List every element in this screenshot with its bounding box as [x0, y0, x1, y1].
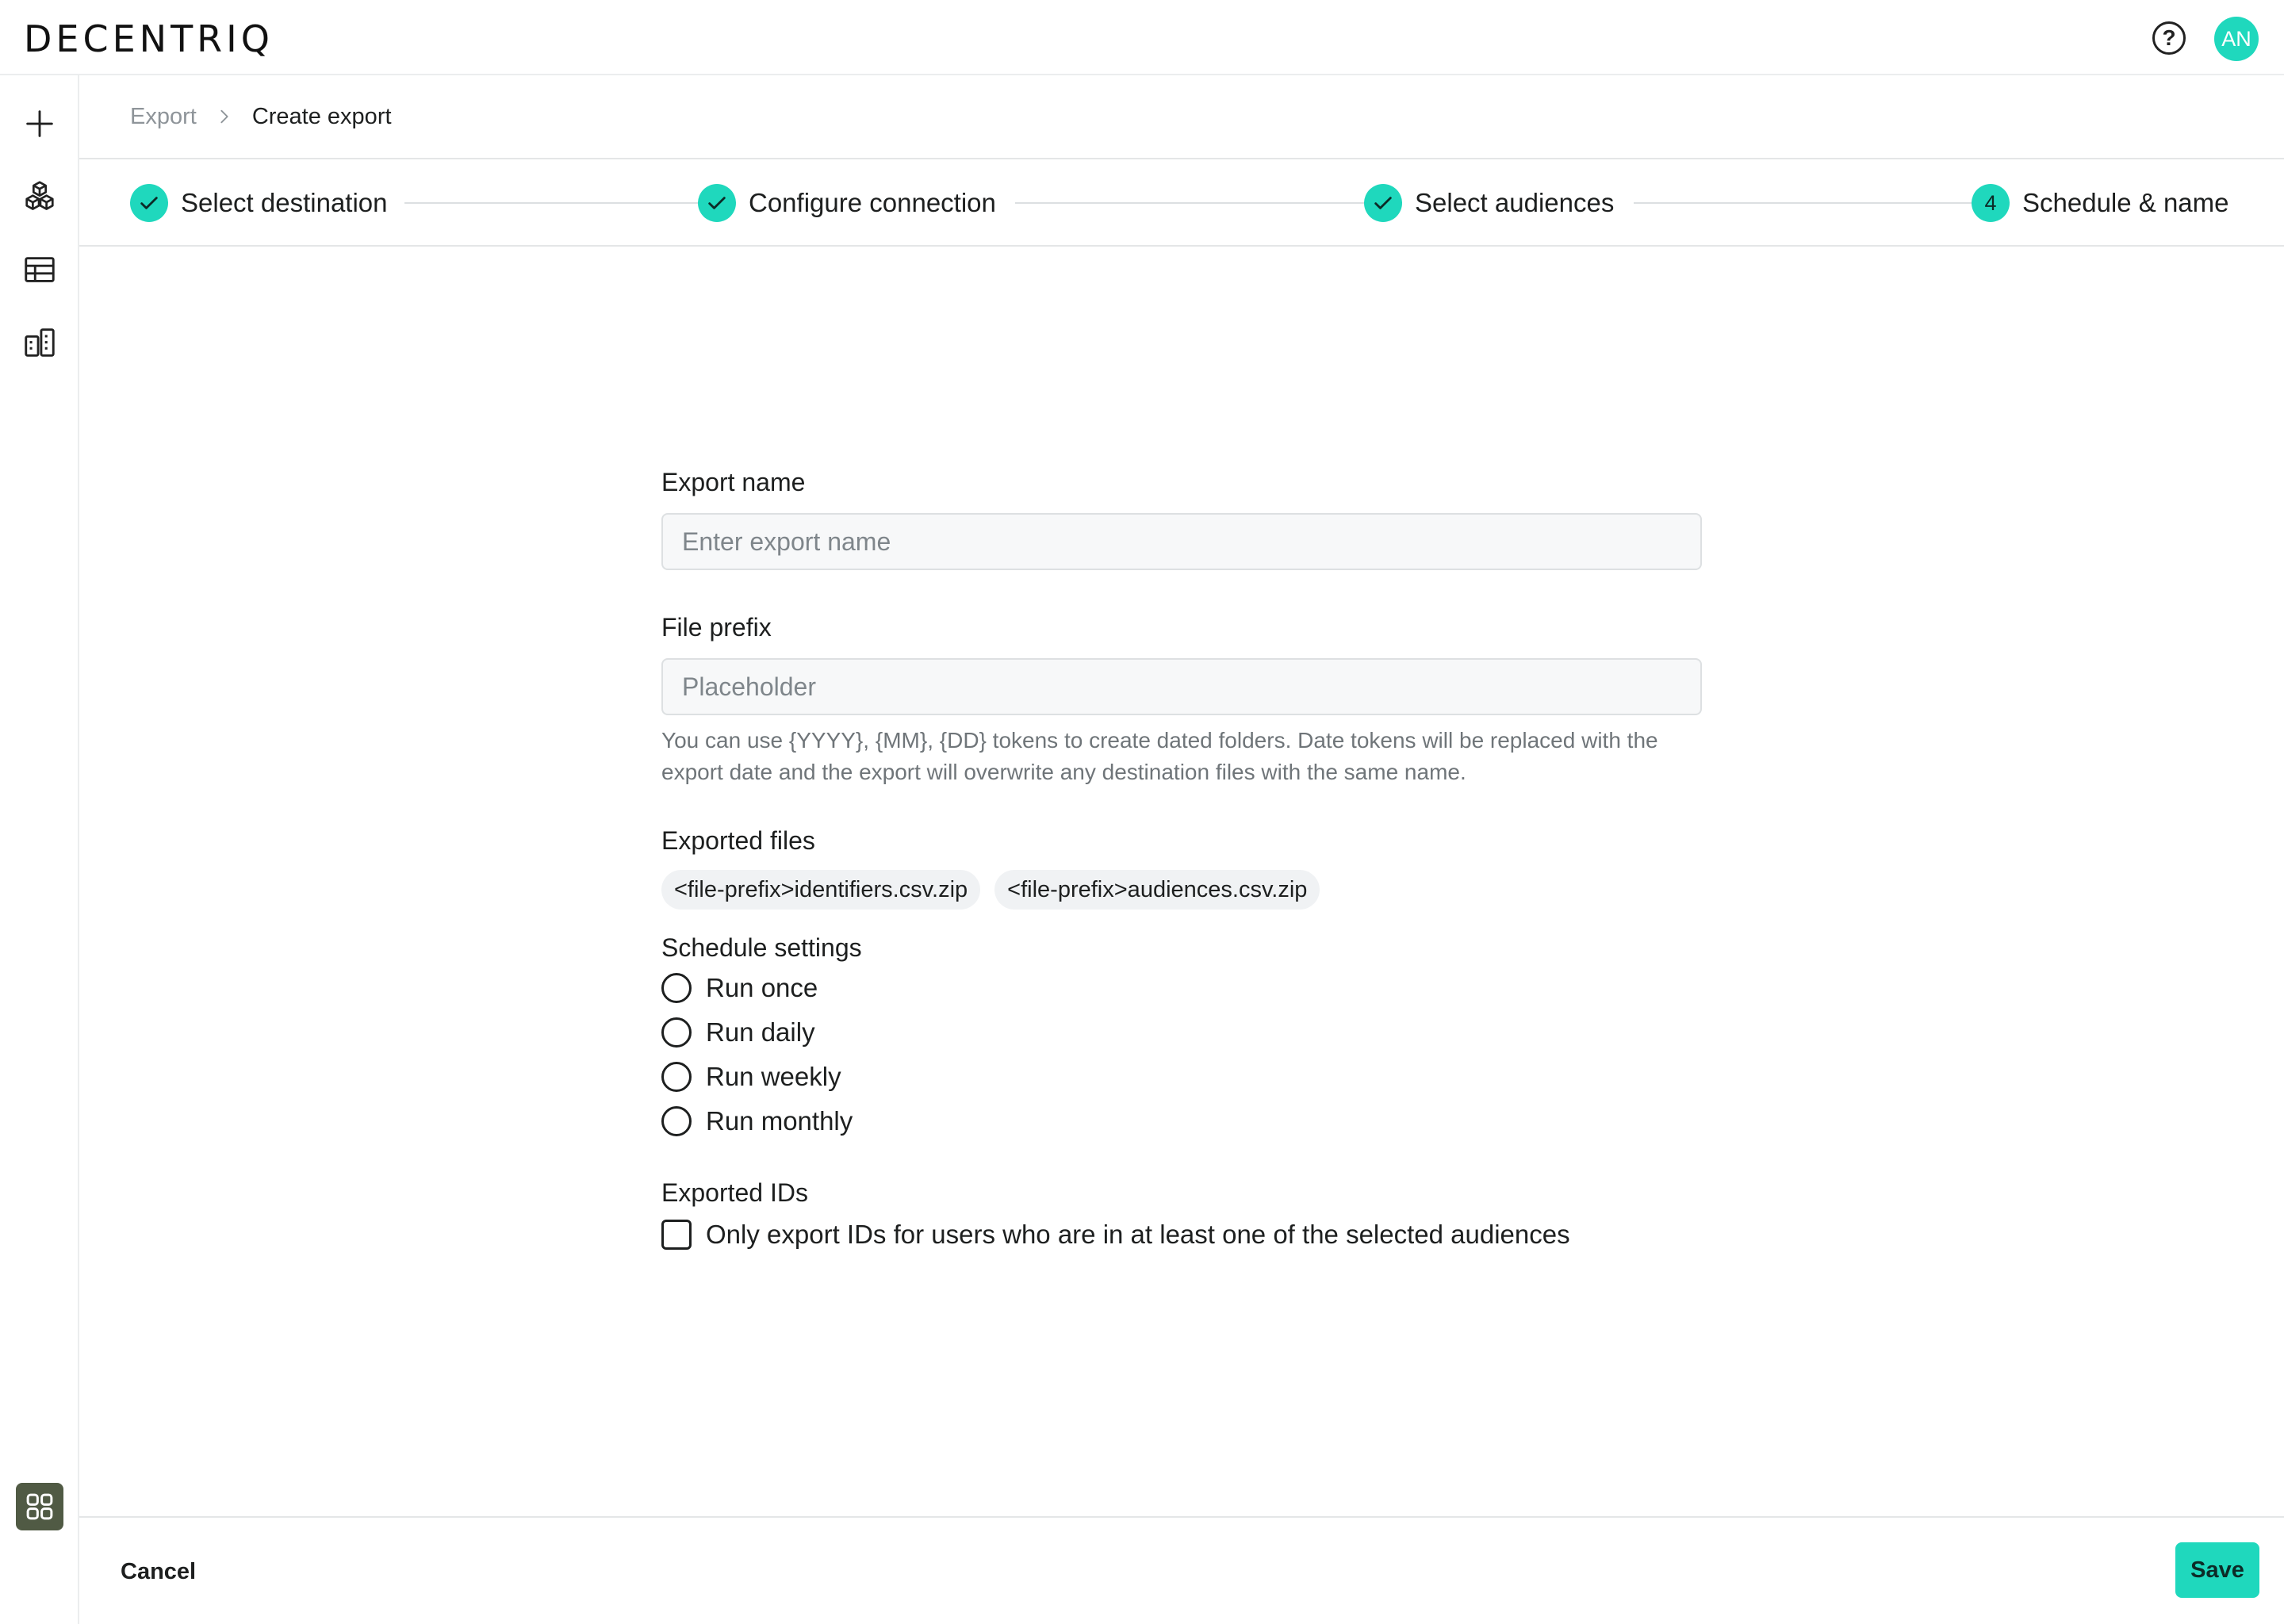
radio-button[interactable] — [661, 1062, 692, 1092]
radio-button[interactable] — [661, 973, 692, 1003]
step-select-destination[interactable]: Select destination — [130, 183, 396, 223]
stepper: Select destination Configure connection … — [79, 159, 2284, 247]
step-schedule-and-name[interactable]: 4 Schedule & name — [1972, 183, 2237, 223]
file-prefix-hint: You can use {YYYY}, {MM}, {DD} tokens to… — [661, 728, 1658, 784]
question-circle-icon[interactable]: ? — [2152, 21, 2186, 55]
step-number: 4 — [1972, 184, 2010, 222]
check-icon — [1364, 184, 1402, 222]
schedule-settings-label: Schedule settings — [661, 933, 862, 962]
logo: DECENTRIQ — [24, 17, 274, 60]
file-prefix-label: File prefix — [661, 613, 772, 642]
footer-bar: Cancel Save — [79, 1516, 2284, 1624]
step-select-audiences[interactable]: Select audiences — [1364, 183, 1623, 223]
cancel-button[interactable]: Cancel — [121, 1549, 196, 1594]
buildings-icon — [25, 328, 55, 357]
export-name-input[interactable] — [661, 513, 1702, 570]
cubes-icon — [25, 181, 54, 210]
radio-run-weekly[interactable]: Run weekly — [661, 1055, 1702, 1099]
breadcrumb: Export Create export — [79, 75, 2284, 159]
table-icon — [25, 257, 55, 282]
export-name-label: Export name — [661, 468, 806, 496]
save-button[interactable]: Save — [2175, 1542, 2259, 1598]
radio-label: Run daily — [706, 1017, 815, 1047]
step-label: Configure connection — [749, 188, 996, 217]
exported-files-list: <file-prefix>identifiers.csv.zip <file-p… — [661, 870, 1702, 910]
radio-run-monthly[interactable]: Run monthly — [661, 1099, 1702, 1143]
sidebar-item-organizations[interactable] — [17, 320, 62, 365]
radio-label: Run monthly — [706, 1106, 853, 1136]
sidebar — [0, 75, 79, 1624]
breadcrumb-current: Create export — [251, 103, 392, 129]
file-prefix-input[interactable] — [661, 658, 1702, 715]
plus-icon — [26, 110, 53, 137]
avatar[interactable]: AN — [2214, 17, 2259, 61]
step-configure-connection[interactable]: Configure connection — [698, 183, 1004, 223]
radio-run-once[interactable]: Run once — [661, 966, 1702, 1010]
radio-label: Run once — [706, 973, 818, 1002]
sidebar-item-new[interactable] — [17, 102, 62, 146]
exported-ids-label: Exported IDs — [661, 1178, 808, 1207]
file-chip: <file-prefix>audiences.csv.zip — [994, 870, 1320, 910]
radio-run-daily[interactable]: Run daily — [661, 1010, 1702, 1055]
exported-files-label: Exported files — [661, 826, 815, 855]
step-label: Select destination — [181, 188, 388, 217]
checkbox[interactable] — [661, 1220, 692, 1250]
check-icon — [698, 184, 736, 222]
apps-grid-icon — [26, 1493, 53, 1520]
radio-button[interactable] — [661, 1106, 692, 1136]
check-icon — [130, 184, 168, 222]
schedule-radio-group: Run once Run daily Run weekly Run monthl… — [661, 966, 1702, 1143]
step-label: Schedule & name — [2022, 188, 2229, 217]
step-label: Select audiences — [1415, 188, 1615, 217]
top-bar: DECENTRIQ ? AN — [0, 0, 2284, 75]
export-form: Export name File prefix You can use {YYY… — [661, 468, 1702, 1257]
checkbox-label: Only export IDs for users who are in at … — [706, 1220, 1570, 1249]
radio-button[interactable] — [661, 1017, 692, 1048]
sidebar-item-cubes[interactable] — [17, 174, 62, 219]
radio-label: Run weekly — [706, 1062, 841, 1091]
file-chip: <file-prefix>identifiers.csv.zip — [661, 870, 981, 910]
breadcrumb-export-link[interactable]: Export — [130, 104, 197, 130]
app-switcher-button[interactable] — [16, 1483, 63, 1530]
sidebar-item-tables[interactable] — [17, 247, 62, 292]
chevron-right-icon — [216, 108, 233, 125]
exported-ids-option[interactable]: Only export IDs for users who are in at … — [661, 1212, 1702, 1257]
